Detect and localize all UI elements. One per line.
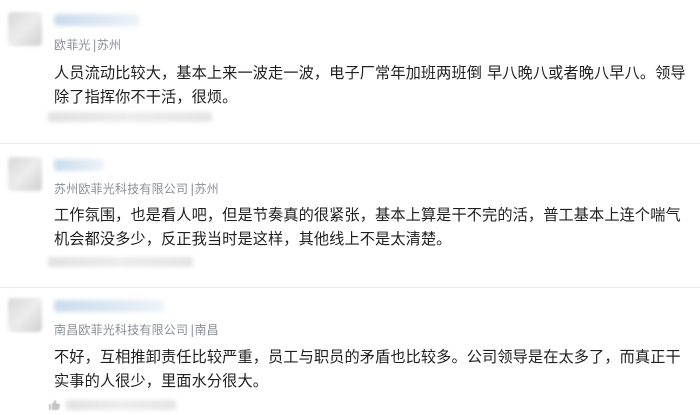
company-name: 苏州欧菲光科技有限公司 [54,182,189,196]
company-location: 南昌欧菲光科技有限公司 |南昌 [54,321,219,338]
username-blurred[interactable] [54,300,164,312]
avatar[interactable] [8,12,42,46]
username-blurred[interactable] [54,159,104,171]
username-blurred[interactable] [54,14,140,26]
company-location: 欧菲光 |苏州 [54,36,121,53]
review-meta-blurred [48,257,193,267]
review-item: 南昌欧菲光科技有限公司 |南昌 不好，互相推卸责任比较严重，员工与职员的矛盾也比较… [0,288,700,413]
avatar[interactable] [8,298,42,332]
location: |南昌 [190,323,219,337]
review-text: 工作氛围，也是看人吧，但是节奏真的很紧张，基本上算是干不完的活，普工基本上连个喘… [54,206,681,248]
thumb-up-icon-glyph [49,400,61,410]
avatar[interactable] [8,157,42,191]
divider [0,143,700,144]
review-item: 欧菲光 |苏州 人员流动比较大，基本上来一波走一波，电子厂常年加班两班倒 早八晚八… [0,0,700,140]
review-meta-blurred [66,400,176,410]
review-text: 人员流动比较大，基本上来一波走一波，电子厂常年加班两班倒 早八晚八或者晚八早八。… [54,64,686,106]
review-meta-blurred [48,112,212,122]
company-name: 欧菲光 [54,38,91,52]
location: |苏州 [190,182,219,196]
company-location: 苏州欧菲光科技有限公司 |苏州 [54,180,219,197]
review-text: 不好，互相推卸责任比较严重，员工与职员的矛盾也比较多。公司领导是在太多了，而真正… [54,348,681,390]
review-item: 苏州欧菲光科技有限公司 |苏州 工作氛围，也是看人吧，但是节奏真的很紧张，基本上算… [0,145,700,285]
location: |苏州 [92,38,122,52]
company-name: 南昌欧菲光科技有限公司 [54,323,189,337]
